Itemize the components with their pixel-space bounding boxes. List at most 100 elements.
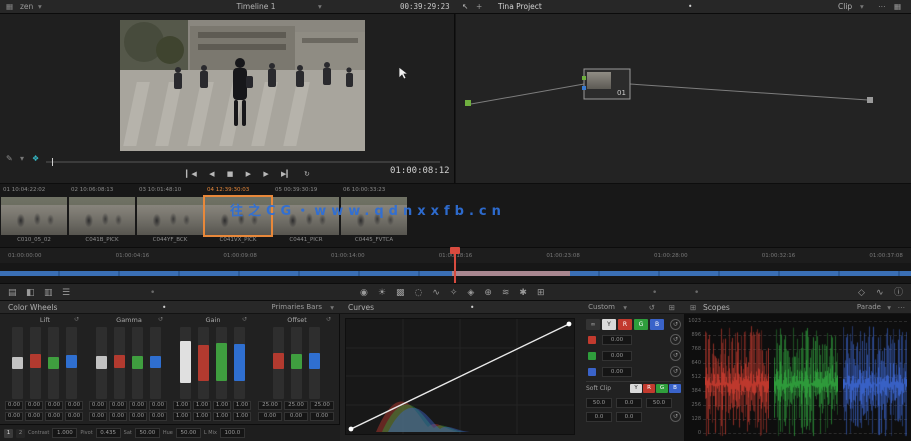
viewer-scrubber[interactable]	[46, 161, 440, 163]
stop-button[interactable]: ■	[227, 170, 234, 178]
annotate-pencil-icon[interactable]: ✎	[6, 152, 13, 166]
gallery-icon[interactable]: ▤	[8, 284, 17, 302]
gain-y-value-2[interactable]: 1.00	[173, 412, 191, 421]
step-forward-button[interactable]: ▶	[263, 170, 268, 178]
edit-index-icon[interactable]: ☰	[62, 284, 70, 302]
workspace-caret-icon[interactable]: ▾	[38, 0, 42, 14]
timeline-selected-region[interactable]	[452, 271, 570, 276]
green-row-reset-button[interactable]: ↺	[670, 350, 681, 361]
soft-clip-extra-value[interactable]: 0.0	[616, 412, 642, 422]
lift-r-bar[interactable]	[30, 327, 41, 399]
clip-selector[interactable]: Clip	[838, 0, 852, 14]
sizing-tool-icon[interactable]: ⊞	[537, 288, 545, 298]
gamma-r-value[interactable]: 0.00	[109, 401, 127, 410]
gamma-r-value-2[interactable]: 0.00	[109, 412, 127, 421]
curve-r-channel-button[interactable]: R	[618, 319, 632, 330]
gamma-r-bar[interactable]	[114, 327, 125, 399]
soft-clip-low-value[interactable]: 50.0	[586, 398, 612, 408]
qualifier-tool-icon[interactable]: ✧	[450, 288, 458, 298]
offset-g-value-2[interactable]: 0.00	[284, 412, 308, 421]
sat-value[interactable]: 50.00	[134, 428, 160, 438]
scopes-mode-caret-icon[interactable]: ▾	[887, 301, 891, 314]
gain-r-bar[interactable]	[198, 327, 209, 399]
keyframes-icon[interactable]: ◇	[858, 284, 865, 302]
red-curve-value[interactable]: 0.00	[602, 335, 632, 345]
workspace-menu[interactable]: zen	[20, 0, 33, 14]
green-curve-value[interactable]: 0.00	[602, 351, 632, 361]
gain-reset-icon[interactable]: ↺	[242, 316, 247, 323]
offset-g-value[interactable]: 25.00	[284, 401, 308, 410]
scopes-expand-icon[interactable]: ⊞	[690, 301, 696, 314]
offset-reset-icon[interactable]: ↺	[326, 316, 331, 323]
scrubber-position-tick[interactable]	[52, 158, 53, 166]
gamma-y-bar[interactable]	[96, 327, 107, 399]
offset-b-value-2[interactable]: 0.00	[310, 412, 334, 421]
tracker-tool-icon[interactable]: ⊕	[484, 288, 492, 298]
offset-g-bar[interactable]	[291, 327, 302, 399]
jump-start-button[interactable]: ▎◀	[186, 170, 197, 178]
lift-g-bar[interactable]	[48, 327, 59, 399]
lift-b-value[interactable]: 0.00	[65, 401, 83, 410]
lift-y-value[interactable]: 0.00	[5, 401, 23, 410]
gamma-g-value-2[interactable]: 0.00	[129, 412, 147, 421]
soft-clip-y-button[interactable]: Y	[630, 384, 642, 393]
gain-b-bar[interactable]	[234, 327, 245, 399]
gain-g-bar[interactable]	[216, 327, 227, 399]
blue-curve-value[interactable]: 0.00	[602, 367, 632, 377]
blur-tool-icon[interactable]: ≋	[502, 288, 510, 298]
power-window-tool-icon[interactable]: ◈	[467, 288, 474, 298]
scopes-options-icon[interactable]: ⋯	[898, 301, 906, 314]
motion-effects-tool-icon[interactable]: ◌	[414, 288, 422, 298]
lift-reset-icon[interactable]: ↺	[74, 316, 79, 323]
resolve-fx-icon[interactable]: ❖	[32, 152, 39, 166]
offset-r-value[interactable]: 25.00	[258, 401, 282, 410]
color-wheels-tool-icon[interactable]: ◉	[360, 288, 368, 298]
grid-icon[interactable]: ▦	[6, 0, 13, 14]
clip-thumbnail-3[interactable]	[137, 197, 203, 235]
play-button[interactable]: ▶	[246, 170, 251, 178]
pointer-tool-icon[interactable]: ↖	[462, 0, 468, 14]
jump-end-button[interactable]: ▶▎	[281, 170, 292, 178]
offset-b-bar[interactable]	[309, 327, 320, 399]
red-row-reset-button[interactable]: ↺	[670, 334, 681, 345]
gamma-reset-icon[interactable]: ↺	[158, 316, 163, 323]
offset-b-value[interactable]: 25.00	[310, 401, 334, 410]
curves-link-button[interactable]: ∞	[586, 319, 600, 330]
source-input-socket[interactable]	[465, 100, 471, 106]
node-graph-panel[interactable]: 01	[456, 14, 911, 183]
clip-thumbnail-1[interactable]	[1, 197, 67, 235]
soft-clip-r-button[interactable]: R	[643, 384, 655, 393]
curve-y-channel-button[interactable]: Y	[602, 319, 616, 330]
gain-y-value[interactable]: 1.00	[173, 401, 191, 410]
more-options-icon[interactable]: ⋯	[878, 0, 886, 14]
offset-r-value-2[interactable]: 0.00	[258, 412, 282, 421]
soft-clip-low-soft-value[interactable]: 0.0	[616, 398, 642, 408]
gain-y-bar[interactable]	[180, 327, 191, 399]
loop-button[interactable]: ↻	[304, 170, 310, 178]
wheels-page-2-button[interactable]: 2	[16, 428, 25, 438]
gain-b-value-2[interactable]: 1.00	[233, 412, 251, 421]
curves-tool-icon[interactable]: ∿	[432, 288, 440, 298]
curves-reset-icon[interactable]: ↺	[649, 301, 655, 314]
annotate-caret-icon[interactable]: ▾	[20, 152, 24, 166]
layout-icon[interactable]: ▦	[894, 0, 901, 14]
lift-r-value[interactable]: 0.00	[25, 401, 43, 410]
timeline-selector[interactable]: Timeline 1	[196, 0, 316, 14]
info-icon[interactable]: ⓘ	[894, 284, 903, 302]
wheels-mode-caret-icon[interactable]: ▾	[330, 301, 334, 314]
curves-layout-icon[interactable]: ⊞	[669, 301, 675, 314]
clip-thumbnail-2[interactable]	[69, 197, 135, 235]
rgb-mixer-tool-icon[interactable]: ▩	[396, 288, 405, 298]
curve-point-low[interactable]	[348, 426, 354, 432]
gamma-y-value-2[interactable]: 0.00	[89, 412, 107, 421]
gamma-b-value-2[interactable]: 0.00	[149, 412, 167, 421]
lum-mix-value[interactable]: 100.0	[219, 428, 245, 438]
lut-browser-icon[interactable]: ◧	[26, 284, 35, 302]
gamma-b-bar[interactable]	[150, 327, 161, 399]
lift-b-value-2[interactable]: 0.00	[65, 412, 83, 421]
contrast-value[interactable]: 1.000	[52, 428, 78, 438]
scopes-mode-selector[interactable]: Parade	[857, 301, 881, 314]
gain-g-value[interactable]: 1.00	[213, 401, 231, 410]
blue-row-reset-button[interactable]: ↺	[670, 366, 681, 377]
curve-point-high[interactable]	[566, 321, 572, 327]
